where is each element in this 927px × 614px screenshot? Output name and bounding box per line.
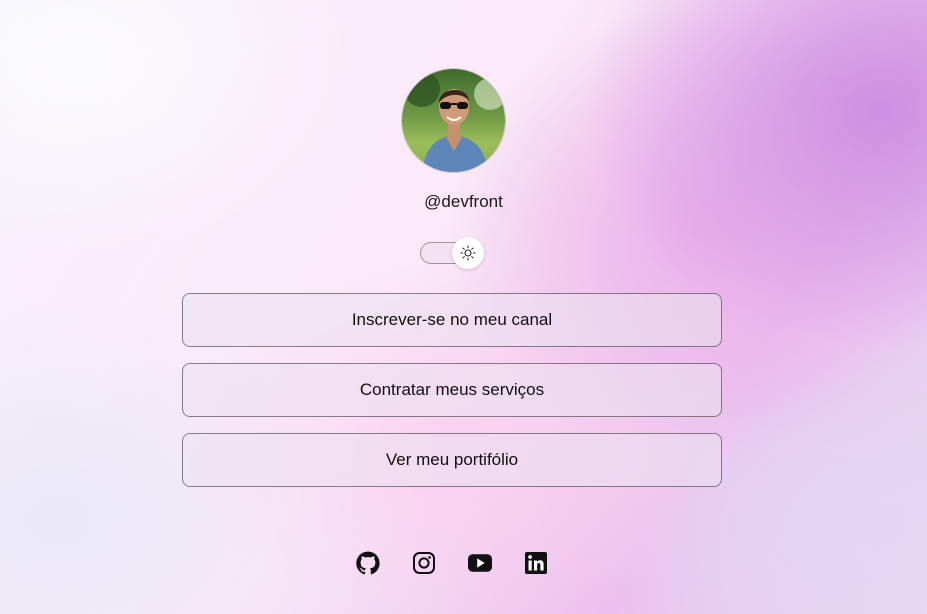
instagram-icon — [413, 552, 435, 574]
username: @devfront — [424, 192, 503, 211]
youtube-link[interactable] — [468, 550, 492, 576]
youtube-icon — [468, 554, 492, 572]
profile-photo-icon — [402, 69, 505, 172]
sun-icon — [460, 245, 476, 261]
subscribe-channel-button[interactable]: Inscrever-se no meu canal — [182, 293, 722, 347]
instagram-link[interactable] — [412, 550, 436, 576]
github-link[interactable] — [356, 550, 380, 576]
link-list: Inscrever-se no meu canal Contratar meus… — [182, 293, 722, 503]
profile-avatar — [401, 68, 506, 173]
hire-services-button[interactable]: Contratar meus serviços — [182, 363, 722, 417]
github-icon — [356, 551, 380, 575]
linkedin-icon — [525, 552, 547, 574]
portfolio-button[interactable]: Ver meu portifólio — [182, 433, 722, 487]
linkedin-link[interactable] — [524, 550, 548, 576]
social-links — [356, 550, 548, 576]
theme-toggle-knob[interactable] — [452, 237, 484, 269]
